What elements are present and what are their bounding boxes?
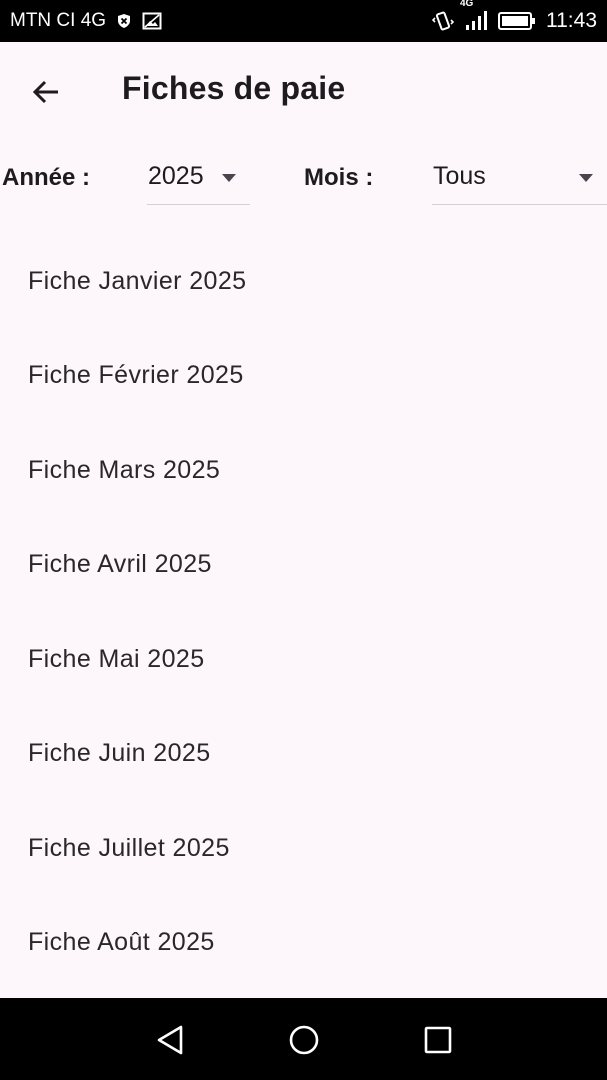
status-bar: MTN CI 4G 4G 11:43	[0, 0, 607, 42]
payslip-item-avril[interactable]: Fiche Avril 2025	[0, 518, 607, 613]
payslip-item-mai[interactable]: Fiche Mai 2025	[0, 612, 607, 707]
filter-row: Année : 2025 Mois : Tous	[0, 150, 607, 206]
back-button[interactable]	[20, 66, 72, 118]
payslip-item-label: Fiche Février 2025	[28, 361, 244, 390]
year-label: Année :	[2, 164, 91, 191]
year-dropdown-value: 2025	[148, 162, 204, 190]
app-bar: Fiches de paie	[0, 42, 607, 138]
system-nav-bar	[0, 998, 607, 1080]
nav-back-icon	[157, 1025, 183, 1055]
signal-icon: 4G	[460, 0, 488, 32]
vibrate-icon	[432, 10, 454, 32]
nav-recents-icon	[424, 1026, 452, 1054]
payslip-item-label: Fiche Mai 2025	[28, 644, 205, 673]
year-dropdown[interactable]: 2025	[147, 150, 250, 205]
payslip-item-label: Fiche Juin 2025	[28, 739, 211, 768]
network-badge: 4G	[460, 0, 474, 9]
payslip-item-label: Fiche Mars 2025	[28, 455, 221, 484]
payslip-item-label: Fiche Avril 2025	[28, 550, 212, 579]
nav-home-button[interactable]	[282, 1018, 326, 1062]
nav-recents-button[interactable]	[416, 1018, 460, 1062]
arrow-left-icon	[32, 80, 58, 104]
page-title: Fiches de paie	[122, 70, 346, 106]
payslip-list: Fiche Janvier 2025 Fiche Février 2025 Fi…	[0, 234, 607, 990]
payslip-item-label: Fiche Janvier 2025	[28, 266, 247, 295]
nav-home-icon	[289, 1025, 319, 1055]
status-bar-right: 4G 11:43	[432, 0, 597, 33]
carrier-name: MTN CI 4G	[10, 10, 107, 31]
month-dropdown-value: Tous	[433, 162, 486, 190]
payslip-item-juin[interactable]: Fiche Juin 2025	[0, 707, 607, 802]
month-dropdown[interactable]: Tous	[432, 150, 607, 205]
payslip-item-label: Fiche Août 2025	[28, 928, 215, 957]
payslip-item-janvier[interactable]: Fiche Janvier 2025	[0, 234, 607, 329]
battery-icon	[498, 11, 536, 31]
status-bar-left: MTN CI 4G	[10, 10, 162, 32]
payslip-item-label: Fiche Juillet 2025	[28, 833, 230, 862]
payslip-item-juillet[interactable]: Fiche Juillet 2025	[0, 801, 607, 896]
payslip-item-aout[interactable]: Fiche Août 2025	[0, 896, 607, 991]
blocked-icon	[116, 13, 132, 29]
payslip-item-mars[interactable]: Fiche Mars 2025	[0, 423, 607, 518]
image-icon	[142, 12, 162, 30]
nav-back-button[interactable]	[148, 1018, 192, 1062]
caret-down-icon	[579, 174, 593, 182]
caret-down-icon	[222, 174, 236, 182]
payslip-item-fevrier[interactable]: Fiche Février 2025	[0, 329, 607, 424]
clock: 11:43	[546, 9, 597, 32]
month-label: Mois :	[304, 164, 374, 191]
